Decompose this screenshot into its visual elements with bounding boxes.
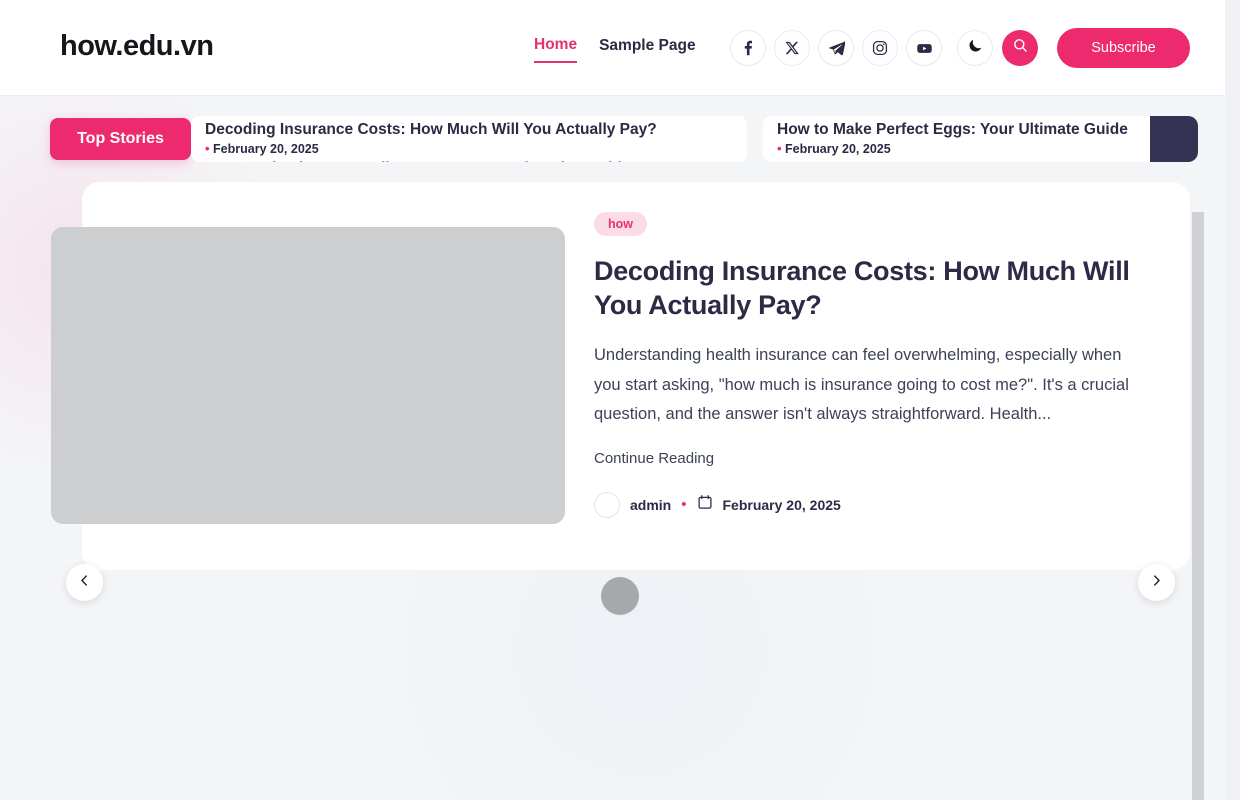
facebook-link[interactable] — [730, 30, 766, 66]
x-link[interactable] — [774, 30, 810, 66]
continue-reading-link[interactable]: Continue Reading — [594, 450, 1154, 467]
x-icon — [785, 41, 799, 55]
dark-mode-toggle[interactable] — [957, 30, 993, 66]
ticker-item-date: • February 20, 2025 — [205, 140, 733, 158]
ticker-item-next-title[interactable]: How to Check Your Credit Score: A Compre… — [205, 159, 733, 162]
carousel-loading-indicator — [601, 577, 639, 615]
telegram-link[interactable] — [818, 30, 854, 66]
ticker-item[interactable]: Decoding Insurance Costs: How Much Will … — [191, 116, 747, 162]
ticker-item-date: • February 20, 2025 — [777, 140, 1177, 158]
telegram-icon — [828, 40, 845, 57]
search-button[interactable] — [1002, 30, 1038, 66]
subscribe-button[interactable]: Subscribe — [1057, 28, 1190, 68]
avatar — [594, 491, 620, 518]
calendar-icon — [697, 494, 713, 515]
ticker-item-title[interactable]: How to Make Perfect Eggs: Your Ultimate … — [777, 120, 1177, 140]
nav-item-sample-page[interactable]: Sample Page — [599, 37, 696, 62]
social-links — [730, 30, 942, 66]
top-stories-ticker: Top Stories Decoding Insurance Costs: Ho… — [50, 116, 1198, 162]
ticker-nav-block[interactable] — [1150, 116, 1198, 162]
post-author[interactable]: admin — [630, 497, 671, 513]
nav-item-home[interactable]: Home — [534, 36, 578, 63]
moon-icon — [967, 37, 984, 59]
featured-post-excerpt: Understanding health insurance can feel … — [594, 346, 1129, 423]
page-scrollbar-thumb[interactable] — [1192, 212, 1204, 800]
bullet-icon: • — [205, 141, 210, 156]
facebook-icon — [740, 40, 756, 56]
search-icon — [1012, 37, 1029, 59]
top-stories-badge[interactable]: Top Stories — [50, 118, 191, 160]
youtube-link[interactable] — [906, 30, 942, 66]
chevron-left-icon — [77, 573, 92, 593]
instagram-link[interactable] — [862, 30, 898, 66]
chevron-right-icon — [1149, 573, 1164, 593]
bullet-icon: • — [777, 141, 782, 156]
site-logo[interactable]: how.edu.vn — [60, 30, 214, 63]
ticker-item-title[interactable]: Decoding Insurance Costs: How Much Will … — [205, 120, 733, 140]
post-date: February 20, 2025 — [722, 496, 841, 513]
separator-dot-icon: • — [681, 496, 687, 513]
carousel-next-button[interactable] — [1138, 564, 1175, 601]
main-navigation: Home Sample Page — [534, 36, 696, 63]
ticker-date-text: February 20, 2025 — [213, 142, 319, 156]
instagram-icon — [872, 40, 888, 56]
ticker-item[interactable]: How to Make Perfect Eggs: Your Ultimate … — [763, 116, 1191, 162]
site-header: how.edu.vn Home Sample Page Subscribe — [0, 0, 1240, 96]
category-tag[interactable]: how — [594, 212, 647, 236]
post-meta: admin • February 20, 2025 — [594, 491, 1154, 518]
featured-post-title[interactable]: Decoding Insurance Costs: How Much Will … — [594, 254, 1134, 322]
featured-post-body: how Decoding Insurance Costs: How Much W… — [594, 212, 1154, 518]
carousel-prev-button[interactable] — [66, 564, 103, 601]
ticker-track: Decoding Insurance Costs: How Much Will … — [191, 116, 1191, 162]
page-scrollbar-track[interactable] — [1225, 0, 1240, 800]
youtube-icon — [916, 40, 933, 57]
featured-post-image[interactable] — [51, 227, 565, 524]
ticker-date-text: February 20, 2025 — [785, 142, 891, 156]
